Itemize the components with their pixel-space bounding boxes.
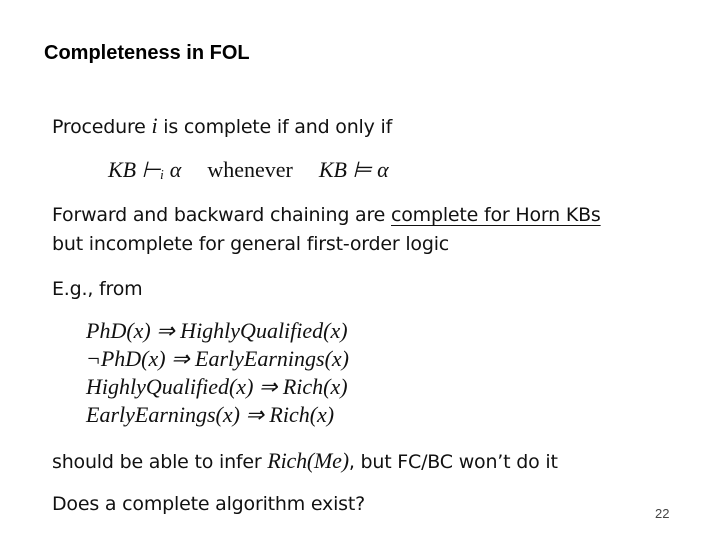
rule-2: ¬PhD(x) ⇒ EarlyEarnings(x) [86, 346, 349, 371]
entailment-formula: KB ⊨ α [318, 157, 389, 182]
inference-statement: should be able to infer Rich(Me), but FC… [52, 448, 558, 474]
example-intro: E.g., from [52, 278, 143, 300]
chaining-prefix: Forward and backward chaining are [52, 204, 391, 226]
rule-1: PhD(x) ⇒ HighlyQualified(x) [86, 318, 348, 343]
rule-3: HighlyQualified(x) ⇒ Rich(x) [86, 374, 348, 399]
chaining-statement-line1: Forward and backward chaining are comple… [52, 204, 601, 226]
inference-goal: Rich(Me) [267, 448, 349, 473]
definition-formula: KB ⊢ᵢ α whenever KB ⊨ α [108, 157, 389, 183]
completeness-definition-intro: Procedure i is complete if and only if [52, 113, 392, 139]
underlined-horn-kbs: complete for Horn KBs [391, 204, 601, 226]
intro-suffix: is complete if and only if [157, 116, 393, 138]
whenever-word: whenever [207, 157, 293, 182]
derivation-formula: KB ⊢ᵢ α [108, 157, 182, 182]
slide-title: Completeness in FOL [44, 42, 250, 64]
page-number: 22 [655, 506, 670, 521]
inference-prefix: should be able to infer [52, 451, 268, 473]
rule-4: EarlyEarnings(x) ⇒ Rich(x) [86, 402, 335, 427]
intro-prefix: Procedure [52, 116, 152, 138]
inference-suffix: , but FC/BC won’t do it [348, 451, 558, 473]
chaining-statement-line2: but incomplete for general first-order l… [52, 233, 450, 255]
closing-question: Does a complete algorithm exist? [52, 493, 366, 515]
